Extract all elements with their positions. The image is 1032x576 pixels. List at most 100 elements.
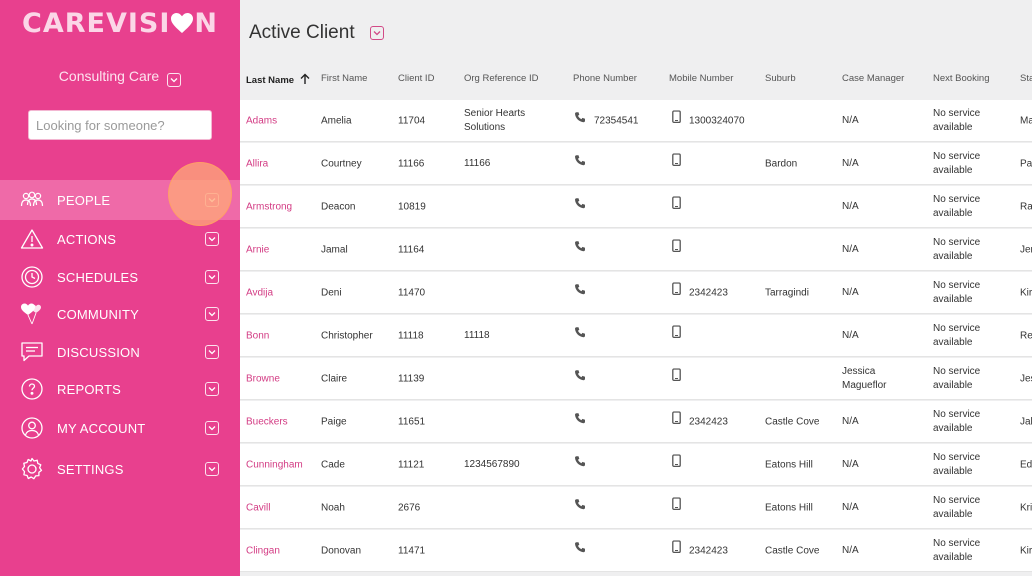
cell-org-reference-id: 11118 bbox=[464, 329, 490, 341]
sort-up-icon bbox=[300, 73, 310, 84]
header-client-id[interactable]: Client ID bbox=[398, 73, 434, 84]
phone-icon[interactable] bbox=[574, 411, 586, 429]
header-last-name[interactable]: Last Name bbox=[246, 73, 311, 86]
cell-case-manager: N/A bbox=[842, 114, 859, 126]
cell-last-name[interactable]: Allira bbox=[246, 158, 268, 169]
mobile-icon[interactable] bbox=[672, 195, 681, 214]
cell-client-id: 11121 bbox=[398, 459, 425, 470]
sidebar-item-schedules[interactable]: SCHEDULES bbox=[0, 258, 240, 296]
sidebar-item-label: MY ACCOUNT bbox=[57, 420, 146, 436]
phone-icon[interactable] bbox=[574, 110, 586, 128]
table-row[interactable]: Bonn Christopher 11118 11118 N/A No service a… bbox=[240, 315, 1032, 357]
cell-last-name[interactable]: Cunningham bbox=[246, 459, 303, 470]
cell-case-manager: N/A bbox=[842, 329, 859, 341]
phone-icon[interactable] bbox=[574, 153, 586, 171]
cell-client-id: 11651 bbox=[398, 416, 426, 427]
cell-last-name[interactable]: Adams bbox=[246, 115, 277, 126]
table-row[interactable]: Armstrong Deacon 10819 N/A No service availa… bbox=[240, 186, 1032, 228]
sidebar-item-label: REPORTS bbox=[57, 381, 122, 397]
phone-icon[interactable] bbox=[574, 239, 586, 257]
user-icon bbox=[20, 416, 44, 440]
cell-last-name[interactable]: Arnie bbox=[246, 244, 269, 255]
phone-icon[interactable] bbox=[574, 282, 586, 300]
chevron-down-icon[interactable] bbox=[205, 193, 219, 207]
chevron-down-icon[interactable] bbox=[167, 73, 182, 87]
chevron-down-icon[interactable] bbox=[205, 232, 219, 246]
table-row[interactable]: Cavill Noah 2676 Eatons Hill N/A No service a… bbox=[240, 487, 1032, 529]
table-row[interactable]: Allira Courtney 11166 11166 Bardon N/A No serv… bbox=[240, 143, 1032, 185]
cell-case-manager: N/A bbox=[842, 286, 859, 298]
cell-case-manager: N/A bbox=[842, 501, 859, 513]
sidebar-item-people[interactable]: PEOPLE bbox=[0, 180, 240, 220]
header-phone-number[interactable]: Phone Number bbox=[573, 73, 637, 84]
cell-last-name[interactable]: Browne bbox=[246, 373, 280, 384]
cell-next-booking: No service available bbox=[933, 107, 981, 133]
gear-icon bbox=[20, 457, 44, 481]
chevron-down-icon[interactable] bbox=[205, 462, 219, 476]
page-title: Active Client bbox=[249, 22, 355, 43]
phone-icon[interactable] bbox=[574, 497, 586, 515]
sidebar-item-discussion[interactable]: DISCUSSION bbox=[0, 333, 240, 371]
chevron-down-icon[interactable] bbox=[205, 307, 219, 321]
org-selector[interactable]: Consulting Care bbox=[0, 68, 240, 87]
mobile-icon[interactable] bbox=[672, 152, 681, 171]
mobile-icon[interactable] bbox=[672, 410, 681, 429]
header-first-name[interactable]: First Name bbox=[321, 73, 367, 84]
cell-suburb: Castle Cove bbox=[765, 545, 820, 556]
chevron-down-icon[interactable] bbox=[370, 26, 384, 40]
mobile-icon[interactable] bbox=[672, 539, 681, 558]
cell-last-name[interactable]: Armstrong bbox=[246, 201, 292, 212]
mobile-icon[interactable] bbox=[672, 324, 681, 343]
header-next-booking[interactable]: Next Booking bbox=[933, 73, 990, 84]
table-row[interactable]: Cunningham Cade 11121 1234567890 Eatons Hill… bbox=[240, 444, 1032, 486]
mobile-icon[interactable] bbox=[672, 281, 681, 300]
mobile-icon[interactable] bbox=[672, 453, 681, 472]
chevron-down-icon[interactable] bbox=[205, 421, 219, 435]
sidebar-item-label: SCHEDULES bbox=[57, 269, 139, 285]
header-status[interactable]: Sta bbox=[1020, 73, 1032, 84]
phone-icon[interactable] bbox=[574, 454, 586, 472]
cell-mobile-number: 2342423 bbox=[689, 416, 728, 427]
mobile-icon[interactable] bbox=[672, 496, 681, 515]
table-row[interactable]: Bueckers Paige 11651 2342423 Castle Cove N/A N… bbox=[240, 401, 1032, 443]
table-row[interactable]: Clingan Donovan 11471 2342423 Castle Cove N/A… bbox=[240, 530, 1032, 572]
mobile-icon[interactable] bbox=[672, 109, 681, 128]
chat-icon bbox=[20, 340, 44, 364]
phone-icon[interactable] bbox=[574, 540, 586, 558]
sidebar-item-actions[interactable]: ACTIONS bbox=[0, 220, 240, 258]
cell-case-manager: N/A bbox=[842, 157, 859, 169]
search-input[interactable] bbox=[28, 110, 212, 140]
table-row[interactable]: Arnie Jamal 11164 N/A No service available Je… bbox=[240, 229, 1032, 271]
cell-last-name[interactable]: Bonn bbox=[246, 330, 269, 341]
cell-suburb: Bardon bbox=[765, 158, 798, 169]
header-case-manager[interactable]: Case Manager bbox=[842, 73, 904, 84]
cell-client-id: 11471 bbox=[398, 545, 426, 556]
cell-case-manager: N/A bbox=[842, 415, 859, 427]
sidebar-item-settings[interactable]: SETTINGS bbox=[0, 450, 240, 488]
sidebar-item-reports[interactable]: REPORTS bbox=[0, 370, 240, 408]
mobile-icon[interactable] bbox=[672, 367, 681, 386]
chevron-down-icon[interactable] bbox=[205, 270, 219, 284]
phone-icon[interactable] bbox=[574, 196, 586, 214]
cell-last-name[interactable]: Bueckers bbox=[246, 416, 288, 427]
chevron-down-icon[interactable] bbox=[205, 382, 219, 396]
sidebar-item-my-account[interactable]: MY ACCOUNT bbox=[0, 409, 240, 447]
cell-last-name[interactable]: Clingan bbox=[246, 545, 280, 556]
cell-status: Kir bbox=[1020, 287, 1032, 298]
header-suburb[interactable]: Suburb bbox=[765, 73, 796, 84]
chevron-down-icon[interactable] bbox=[205, 345, 219, 359]
sidebar-item-community[interactable]: COMMUNITY bbox=[0, 295, 240, 333]
cell-suburb: Castle Cove bbox=[765, 416, 820, 427]
phone-icon[interactable] bbox=[574, 325, 586, 343]
phone-icon[interactable] bbox=[574, 368, 586, 386]
header-mobile-number[interactable]: Mobile Number bbox=[669, 73, 733, 84]
mobile-icon[interactable] bbox=[672, 238, 681, 257]
carevision-logo: CAREVISI N bbox=[0, 8, 240, 39]
header-org-reference-id[interactable]: Org Reference ID bbox=[464, 73, 538, 84]
cell-last-name[interactable]: Cavill bbox=[246, 502, 270, 513]
table-row[interactable]: Avdija Deni 11470 2342423 Tarragindi N/A No se… bbox=[240, 272, 1032, 314]
sidebar-item-label: DISCUSSION bbox=[57, 344, 140, 360]
table-row[interactable]: Browne Claire 11139 Jessica Magueflor No ser… bbox=[240, 358, 1032, 400]
cell-last-name[interactable]: Avdija bbox=[246, 287, 273, 298]
table-row[interactable]: Adams Amelia 11704 Senior Hearts Solutions 7… bbox=[240, 100, 1032, 142]
